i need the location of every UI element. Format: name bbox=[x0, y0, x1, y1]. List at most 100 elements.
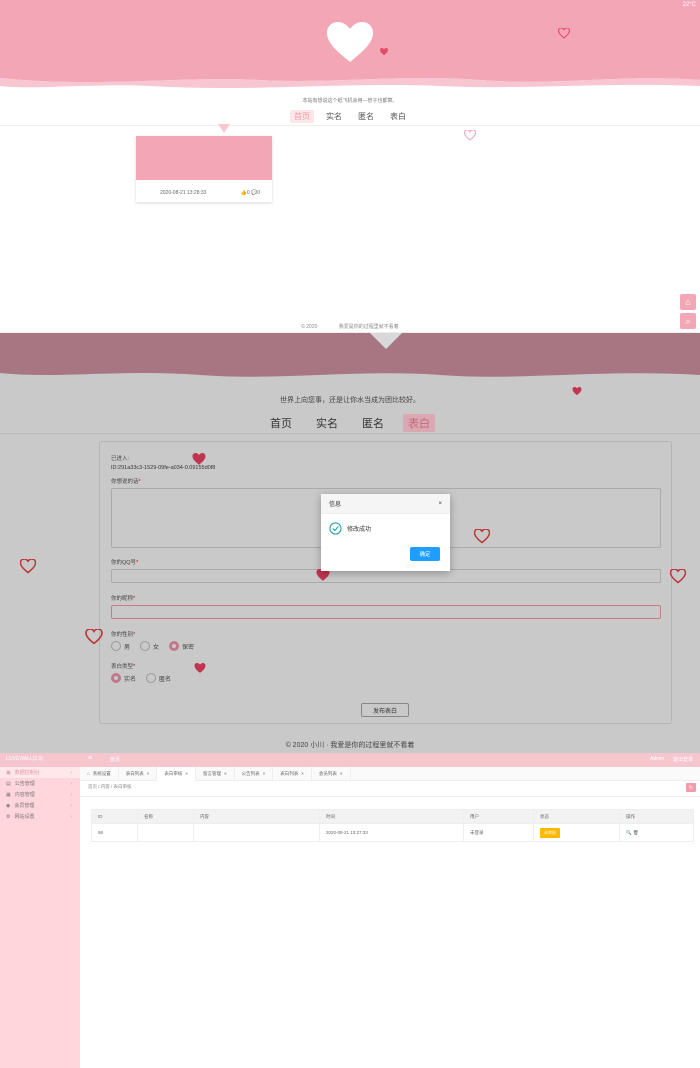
search-icon[interactable]: ⌕ bbox=[680, 313, 696, 329]
nickname-input[interactable] bbox=[111, 605, 661, 619]
qq-input[interactable] bbox=[111, 569, 661, 583]
card-cover bbox=[136, 136, 272, 180]
tab-notices[interactable]: 公告列表 × bbox=[235, 766, 274, 781]
outline-heart-icon bbox=[85, 629, 103, 645]
nav-confess[interactable]: 表白 bbox=[403, 414, 435, 432]
menu-toggle-icon[interactable]: ≡ bbox=[88, 755, 92, 762]
heart-icon bbox=[572, 387, 582, 396]
content-divider bbox=[80, 796, 700, 797]
nav-confess[interactable]: 表白 bbox=[386, 110, 410, 123]
qq-label: 你的QQ号* bbox=[111, 560, 139, 566]
tab-confession-list-2[interactable]: 表白列表 × bbox=[273, 766, 312, 781]
sidebar-item-notice[interactable]: ▤ 公告管理 › bbox=[0, 778, 80, 789]
card-stats: 👍0 💬0 bbox=[241, 190, 260, 196]
gender-label: 你的性别* bbox=[111, 632, 136, 638]
close-icon: × bbox=[185, 771, 188, 776]
dashboard-icon: ▣ bbox=[6, 769, 11, 776]
nav-home[interactable]: 首页 bbox=[290, 110, 314, 123]
visibility-option-anonymous[interactable]: 匿名 bbox=[146, 673, 171, 683]
nav-anonymous[interactable]: 匿名 bbox=[357, 414, 389, 432]
visibility-radio-group: 实名 匿名 bbox=[111, 673, 171, 683]
nav-realname[interactable]: 实名 bbox=[322, 110, 346, 123]
notice-icon: ▤ bbox=[6, 780, 11, 787]
status-badge[interactable]: 未审核 bbox=[540, 827, 560, 838]
cell-actions[interactable]: 🔍 🗑 bbox=[619, 823, 694, 842]
table-header-row: ID 名称 内容 时间 用户 状态 操作 bbox=[91, 809, 694, 824]
col-actions: 操作 bbox=[619, 809, 694, 824]
tab-confession-review[interactable]: 表白审核 × bbox=[157, 766, 196, 781]
tab-members[interactable]: 会员列表 × bbox=[312, 766, 351, 781]
col-name: 名称 bbox=[137, 809, 194, 824]
table-row: 96 2020-08-21 13:27:33 未登录 未审核 🔍 🗑 bbox=[91, 823, 694, 842]
confession-card[interactable]: 2020-08-21 13:28:33 👍0 💬0 bbox=[136, 136, 272, 202]
dim-wave-banner bbox=[0, 333, 700, 383]
footer-copyright: © 2020 bbox=[301, 324, 318, 330]
confess-form-screenshot: 世界上向您事，还是让你水当成为团比较好。 首页 实名 匿名 表白 已进入: ID… bbox=[0, 333, 700, 753]
publisher-label: 已进入: bbox=[111, 456, 130, 462]
nav-realname[interactable]: 实名 bbox=[311, 414, 343, 432]
check-circle-icon bbox=[329, 522, 342, 535]
refresh-icon[interactable]: ↻ bbox=[686, 783, 696, 792]
nav-anonymous[interactable]: 匿名 bbox=[354, 110, 378, 123]
tab-system-settings[interactable]: ⌂ 系统设置 bbox=[80, 766, 119, 781]
message-label: 你想说的话* bbox=[111, 479, 141, 485]
footer-slogan: 我爱是你的过程里就不看着 bbox=[338, 324, 399, 330]
card-date: 2020-08-21 13:28:33 bbox=[160, 190, 207, 196]
outline-heart-icon bbox=[20, 559, 36, 574]
close-icon: × bbox=[224, 771, 227, 776]
sidebar-item-members[interactable]: ◉ 会员管理 › bbox=[0, 800, 80, 811]
admin-panel-screenshot: LOVEWALL(2.0) ≡ 首页 Admin 退出登录 ▣ 数据控制台 › ▤ 公… bbox=[0, 753, 700, 1068]
weather-text: 22°C bbox=[682, 2, 696, 8]
nav-divider bbox=[0, 125, 700, 126]
home-icon[interactable]: ⌂ bbox=[680, 294, 696, 310]
admin-topbar: LOVEWALL(2.0) ≡ 首页 Admin 退出登录 bbox=[0, 753, 700, 767]
heart-icon bbox=[192, 453, 206, 465]
site-motto: 世界上向您事，还是让你水当成为团比较好。 bbox=[280, 397, 420, 404]
home-icon: ⌂ bbox=[87, 771, 90, 776]
visibility-label: 表白类型* bbox=[111, 664, 136, 670]
gender-option-male[interactable]: 男 bbox=[111, 641, 130, 651]
dialog-confirm-button[interactable]: 确定 bbox=[410, 547, 440, 561]
sidebar-item-settings[interactable]: ⚙ 网站设置 › bbox=[0, 811, 80, 822]
col-id: ID bbox=[91, 809, 138, 824]
nav-home[interactable]: 首页 bbox=[265, 414, 297, 432]
footer: © 2020 小川 · 我爱是你的过程里就不看着 bbox=[285, 742, 415, 749]
content-icon: ▦ bbox=[6, 791, 11, 798]
admin-home-link[interactable]: 首页 bbox=[110, 756, 120, 763]
outline-heart-icon bbox=[670, 569, 686, 584]
cell-user: 未登录 bbox=[463, 823, 534, 842]
like-count: 0 bbox=[246, 190, 250, 196]
cell-time: 2020-08-21 13:27:33 bbox=[319, 823, 464, 842]
main-nav: 首页 实名 匿名 表白 bbox=[0, 110, 700, 123]
submit-button[interactable]: 发布表白 bbox=[361, 703, 409, 717]
admin-brand: LOVEWALL(2.0) bbox=[6, 756, 44, 762]
front-page-screenshot: 22°C 本站有想说这个纸飞机会用—管子也都算。 首页 实名 匿名 表白 202… bbox=[0, 0, 700, 333]
comment-count: 0 bbox=[257, 190, 260, 196]
sidebar-item-content[interactable]: ▦ 内容管理 › bbox=[0, 789, 80, 800]
outline-heart-icon bbox=[474, 529, 490, 544]
logout-link[interactable]: 退出登录 bbox=[673, 756, 693, 763]
big-heart-icon bbox=[327, 22, 373, 62]
footer: © 2020 我爱是你的过程里就不看着 bbox=[0, 323, 700, 330]
admin-user[interactable]: Admin bbox=[650, 756, 664, 762]
col-status: 状态 bbox=[533, 809, 620, 824]
gender-option-female[interactable]: 女 bbox=[140, 641, 159, 651]
heart-icon bbox=[194, 663, 206, 673]
sidebar-item-dashboard[interactable]: ▣ 数据控制台 › bbox=[0, 767, 80, 778]
close-icon: × bbox=[301, 771, 304, 776]
tab-confession-list[interactable]: 表白列表 × bbox=[119, 766, 158, 781]
close-icon: × bbox=[339, 771, 343, 776]
cell-status: 未审核 bbox=[533, 823, 620, 842]
admin-sidebar: ▣ 数据控制台 › ▤ 公告管理 › ▦ 内容管理 › ◉ 会员管理 › ⚙ 网站设置 › bbox=[0, 767, 80, 1068]
visibility-option-realname[interactable]: 实名 bbox=[111, 673, 136, 683]
nickname-label: 你的昵称* bbox=[111, 596, 136, 602]
dialog-body: 修改成功 bbox=[321, 514, 450, 535]
cell-content bbox=[193, 823, 320, 842]
confess-form: 已进入: ID:291a33c3-1529-09fe-a034-0.09155d… bbox=[99, 441, 672, 724]
dialog-header: 信息 × bbox=[321, 494, 450, 514]
card-meta: 2020-08-21 13:28:33 👍0 💬0 bbox=[136, 180, 272, 196]
tab-comments[interactable]: 留言管理 × bbox=[196, 766, 235, 781]
close-icon[interactable]: × bbox=[438, 501, 442, 507]
gender-option-secret[interactable]: 保密 bbox=[169, 641, 194, 651]
dialog-title: 信息 bbox=[329, 502, 342, 508]
